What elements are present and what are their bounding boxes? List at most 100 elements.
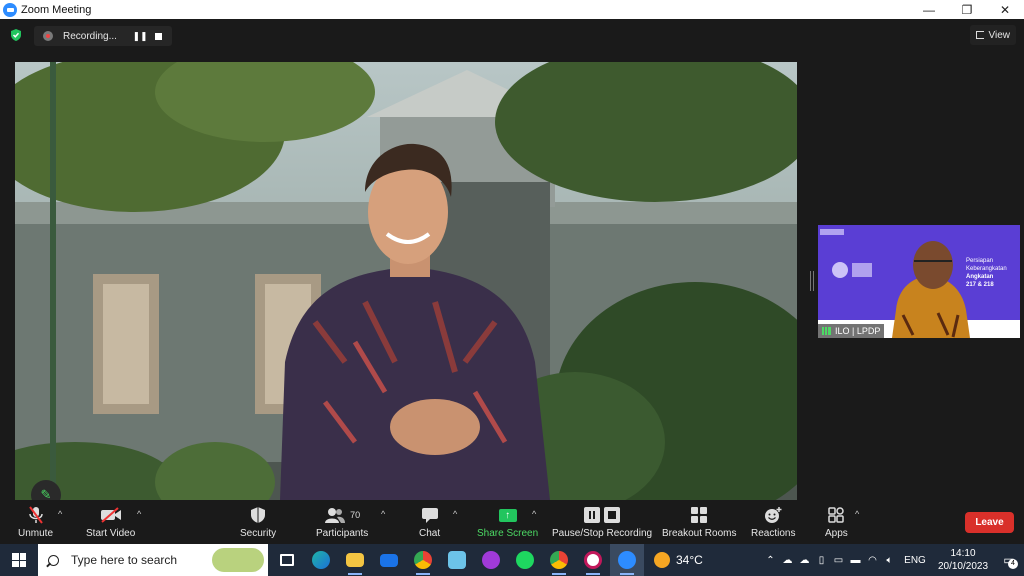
apps-options-chevron-icon[interactable]: ^ bbox=[855, 509, 859, 519]
participants-label: Participants bbox=[316, 528, 369, 539]
zoom-logo-icon bbox=[3, 2, 17, 17]
share-screen-label: Share Screen bbox=[477, 528, 539, 539]
video-off-icon bbox=[100, 505, 122, 525]
clock-time: 14:10 bbox=[950, 548, 976, 559]
participants-icon: 70 bbox=[324, 505, 360, 525]
task-view-icon[interactable] bbox=[270, 544, 304, 576]
breakout-rooms-label: Breakout Rooms bbox=[662, 528, 737, 539]
participants-button[interactable]: 70 Participants bbox=[316, 505, 368, 539]
share-screen-icon: ↑ bbox=[498, 505, 517, 525]
participant-name: ILO | LPDP bbox=[835, 326, 881, 336]
security-shield-icon bbox=[250, 505, 266, 525]
chat-bubble-icon bbox=[421, 505, 439, 525]
pause-stop-icon bbox=[582, 505, 622, 525]
search-highlight-image bbox=[212, 548, 264, 572]
stop-recording-icon[interactable] bbox=[155, 32, 162, 40]
pause-recording-icon[interactable]: ❚❚ bbox=[131, 31, 149, 42]
participants-options-chevron-icon[interactable]: ^ bbox=[381, 509, 385, 519]
apps-icon bbox=[827, 505, 845, 525]
start-button[interactable] bbox=[0, 544, 38, 576]
show-hidden-icons-chevron-icon[interactable]: ⌃ bbox=[762, 555, 779, 566]
restore-button[interactable]: ❐ bbox=[948, 0, 986, 19]
spotify-icon[interactable] bbox=[508, 544, 542, 576]
view-button[interactable]: View bbox=[969, 25, 1016, 45]
window-controls: — ❐ ✕ bbox=[910, 0, 1024, 19]
display-icon[interactable]: ▭ bbox=[830, 555, 847, 566]
edge-browser-icon[interactable] bbox=[304, 544, 338, 576]
system-tray: ⌃ ☁ ☁ ▯ ▭ ▬ ◠ 🔈︎ ENG 14:10 20/10/2023 ▭ … bbox=[762, 544, 1024, 576]
window-title: Zoom Meeting bbox=[21, 3, 92, 16]
cloud-sync-icon[interactable]: ☁ bbox=[796, 555, 813, 566]
meeting-area: Recording... ❚❚ View ✎ Persiapan Keberan… bbox=[0, 19, 1024, 501]
usb-icon[interactable]: ▯ bbox=[813, 555, 830, 566]
encryption-shield-icon[interactable] bbox=[9, 28, 23, 42]
leave-button[interactable]: Leave bbox=[965, 512, 1014, 533]
slide-text-4: 217 & 218 bbox=[966, 282, 994, 288]
chat-button[interactable]: Chat bbox=[419, 505, 440, 539]
slide-text-3: Angkatan bbox=[966, 274, 994, 280]
participant-thumbnail[interactable]: Persiapan Keberangkatan Angkatan 217 & 2… bbox=[818, 225, 1020, 338]
participant-name-tag: ILO | LPDP bbox=[818, 324, 885, 338]
meeting-toolbar: Unmute ^ Start Video ^ Security 70 Parti… bbox=[0, 501, 1024, 544]
start-video-label: Start Video bbox=[86, 528, 136, 539]
participants-count: 70 bbox=[350, 510, 361, 520]
search-icon bbox=[48, 554, 59, 566]
temperature: 34°C bbox=[676, 553, 703, 567]
slide-text-1: Persiapan bbox=[966, 258, 994, 264]
weather-sun-icon bbox=[654, 552, 670, 568]
video-options-chevron-icon[interactable]: ^ bbox=[137, 509, 141, 519]
view-layout-icon bbox=[975, 31, 984, 39]
media-player-icon[interactable] bbox=[576, 544, 610, 576]
audio-options-chevron-icon[interactable]: ^ bbox=[58, 509, 62, 519]
clock-date: 20/10/2023 bbox=[937, 561, 989, 572]
thumbnail-slide-text: Persiapan Keberangkatan Angkatan 217 & 2… bbox=[966, 257, 1007, 289]
share-screen-button[interactable]: ↑ Share Screen bbox=[477, 505, 538, 539]
chrome-icon[interactable] bbox=[406, 544, 440, 576]
file-explorer-icon[interactable] bbox=[338, 544, 372, 576]
chat-label: Chat bbox=[419, 528, 441, 539]
taskbar-clock[interactable]: 14:10 20/10/2023 bbox=[932, 547, 994, 573]
main-video[interactable]: ✎ bbox=[15, 62, 797, 500]
notification-count: 4 bbox=[1008, 559, 1018, 569]
smiley-reaction-icon bbox=[764, 505, 782, 525]
reactions-label: Reactions bbox=[751, 528, 796, 539]
security-label: Security bbox=[240, 528, 277, 539]
breakout-rooms-icon bbox=[690, 505, 708, 525]
pause-stop-recording-button[interactable]: Pause/Stop Recording bbox=[552, 505, 652, 539]
mail-icon[interactable] bbox=[372, 544, 406, 576]
unmute-button[interactable]: Unmute bbox=[18, 505, 53, 539]
view-label: View bbox=[988, 29, 1011, 41]
muted-microphone-icon bbox=[28, 505, 44, 525]
taskbar-apps bbox=[270, 544, 644, 576]
recording-indicator: Recording... ❚❚ bbox=[34, 26, 172, 46]
apps-label: Apps bbox=[825, 528, 848, 539]
notification-center-icon[interactable]: ▭ 4 bbox=[994, 553, 1024, 569]
taskbar-search-box[interactable]: Type here to search bbox=[38, 544, 268, 576]
search-placeholder: Type here to search bbox=[71, 553, 178, 567]
windows-logo-icon bbox=[12, 553, 26, 567]
start-video-button[interactable]: Start Video bbox=[86, 505, 135, 539]
chat-options-chevron-icon[interactable]: ^ bbox=[453, 509, 457, 519]
reactions-button[interactable]: Reactions bbox=[751, 505, 795, 539]
apps-button[interactable]: Apps bbox=[825, 505, 848, 539]
w-app-icon[interactable] bbox=[474, 544, 508, 576]
window-titlebar: Zoom Meeting — ❐ ✕ bbox=[0, 0, 1024, 19]
language-indicator[interactable]: ENG bbox=[898, 555, 932, 566]
unmute-label: Unmute bbox=[18, 528, 54, 539]
pause-stop-recording-label: Pause/Stop Recording bbox=[552, 528, 653, 539]
minimize-button[interactable]: — bbox=[910, 0, 948, 19]
zoom-taskbar-icon[interactable] bbox=[610, 544, 644, 576]
breakout-rooms-button[interactable]: Breakout Rooms bbox=[662, 505, 736, 539]
battery-icon[interactable]: ▬ bbox=[847, 555, 864, 566]
panel-resize-handle[interactable] bbox=[810, 271, 814, 291]
volume-icon[interactable]: 🔈︎ bbox=[881, 555, 898, 566]
weather-widget[interactable]: 34°C bbox=[654, 552, 703, 568]
speaker-video-feed bbox=[15, 62, 797, 500]
chrome-profile-icon[interactable] bbox=[542, 544, 576, 576]
security-button[interactable]: Security bbox=[240, 505, 276, 539]
cloud-icon[interactable]: ☁ bbox=[779, 555, 796, 566]
share-options-chevron-icon[interactable]: ^ bbox=[532, 509, 536, 519]
close-button[interactable]: ✕ bbox=[986, 0, 1024, 19]
notepad-icon[interactable] bbox=[440, 544, 474, 576]
wifi-icon[interactable]: ◠ bbox=[864, 555, 881, 566]
